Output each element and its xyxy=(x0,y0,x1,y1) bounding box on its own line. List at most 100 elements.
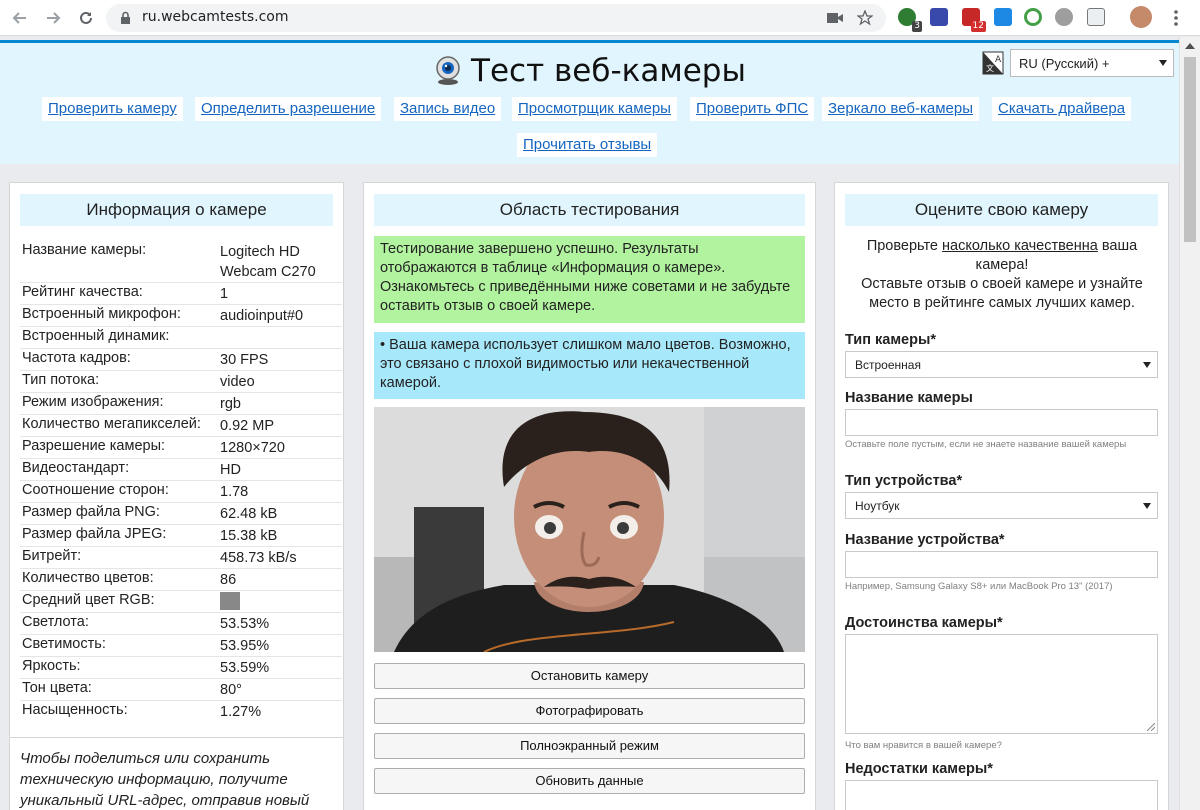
device-name-input[interactable] xyxy=(845,551,1158,578)
info-value: 62.48 kB xyxy=(220,506,278,522)
info-label: Название камеры: xyxy=(22,242,147,258)
refresh-data-button[interactable]: Обновить данные xyxy=(374,768,805,794)
pros-textarea[interactable] xyxy=(845,634,1158,734)
camera-type-value: Встроенная xyxy=(855,358,921,372)
device-name-label: Название устройства* xyxy=(845,532,1005,548)
4d-extension-icon[interactable] xyxy=(930,8,948,26)
tip-message: • Ваша камера использует слишком мало цв… xyxy=(374,332,805,399)
page-title-text: Тест веб-камеры xyxy=(471,53,746,89)
stop-camera-button[interactable]: Остановить камеру xyxy=(374,663,805,689)
svg-text:文: 文 xyxy=(986,63,994,73)
camera-info-title: Информация о камере xyxy=(20,194,333,226)
shield-extension-icon[interactable]: 3 xyxy=(898,8,922,32)
camera-name-label: Название камеры xyxy=(845,390,973,406)
info-value: 458.73 kB/s xyxy=(220,550,297,566)
extension-badge: 3 xyxy=(912,21,922,32)
info-label: Видеостандарт: xyxy=(22,460,130,476)
avatar[interactable] xyxy=(1130,6,1152,28)
language-select-value: RU (Русский) + xyxy=(1019,56,1110,71)
info-value: 1.27% xyxy=(220,704,262,720)
back-icon[interactable] xyxy=(8,6,32,30)
device-type-select[interactable]: Ноутбук xyxy=(845,492,1158,519)
nav-check-fps[interactable]: Проверить ФПС xyxy=(690,97,815,121)
info-label: Встроенный динамик: xyxy=(22,328,170,344)
nav-resolution[interactable]: Определить разрешение xyxy=(195,97,382,121)
nav-camera-viewer[interactable]: Просмотрщик камеры xyxy=(512,97,677,121)
info-value: 53.95% xyxy=(220,638,270,654)
pros-label: Достоинства камеры* xyxy=(845,615,1003,631)
camera-type-select[interactable]: Встроенная xyxy=(845,351,1158,378)
translate-extension-icon[interactable] xyxy=(994,8,1012,26)
camera-info-card: Информация о камере Название камеры: Log… xyxy=(9,182,344,767)
extension-badge: 12 xyxy=(970,21,986,32)
info-label: Битрейт: xyxy=(22,548,82,564)
rate-camera-card: Оцените свою камеру Проверьте насколько … xyxy=(834,182,1169,810)
circle-extension-icon[interactable] xyxy=(1055,8,1073,26)
rate-intro-text: Проверьте xyxy=(866,238,943,254)
pros-hint: Что вам нравится в вашей камере? xyxy=(845,740,1002,751)
browser-toolbar: ru.webcamtests.com 3 12 xyxy=(0,0,1200,36)
divider xyxy=(20,436,342,437)
info-value: 30 FPS xyxy=(220,352,269,368)
share-note-card: Чтобы поделиться или сохранить техническ… xyxy=(9,737,344,810)
url-text: ru.webcamtests.com xyxy=(142,9,289,25)
fullscreen-button[interactable]: Полноэкранный режим xyxy=(374,733,805,759)
info-value: audioinput#0 xyxy=(220,308,304,324)
info-value: video xyxy=(220,374,255,390)
camera-icon[interactable] xyxy=(826,9,844,27)
divider xyxy=(20,590,342,591)
resize-grip-icon[interactable] xyxy=(1147,723,1155,731)
divider xyxy=(20,678,342,679)
camera-name-input[interactable] xyxy=(845,409,1158,436)
divider xyxy=(20,304,342,305)
lock-icon xyxy=(120,11,131,30)
reload-icon[interactable] xyxy=(74,6,98,30)
scrollbar-thumb[interactable] xyxy=(1184,57,1196,242)
divider xyxy=(20,326,342,327)
nav-record-video[interactable]: Запись видео xyxy=(394,97,502,121)
divider xyxy=(20,612,342,613)
share-note-text: Чтобы поделиться или сохранить техническ… xyxy=(20,750,310,809)
address-bar[interactable]: ru.webcamtests.com xyxy=(106,4,886,32)
divider xyxy=(20,634,342,635)
info-label: Средний цвет RGB: xyxy=(22,592,155,608)
svg-text:A: A xyxy=(995,55,1002,65)
divider xyxy=(20,370,342,371)
language-select[interactable]: RU (Русский) + xyxy=(1010,49,1174,77)
scrollbar[interactable] xyxy=(1179,37,1200,810)
info-value: 1.78 xyxy=(220,484,249,500)
take-photo-button[interactable]: Фотографировать xyxy=(374,698,805,724)
gmail-extension-icon[interactable]: 12 xyxy=(962,8,986,32)
divider xyxy=(20,480,342,481)
divider xyxy=(20,348,342,349)
quality-link[interactable]: насколько качественна xyxy=(942,238,1098,254)
info-label: Тон цвета: xyxy=(22,680,92,696)
testing-area-card: Область тестирования Тестирование заверш… xyxy=(363,182,816,810)
nav-reviews[interactable]: Прочитать отзывы xyxy=(517,133,658,157)
chevron-down-icon xyxy=(1143,362,1151,368)
scroll-up-icon[interactable] xyxy=(1185,43,1195,49)
info-label: Количество цветов: xyxy=(22,570,154,586)
info-value: 1 xyxy=(220,286,229,302)
camera-name-hint: Оставьте поле пустым, если не знаете наз… xyxy=(845,439,1127,450)
info-value: Logitech HD Webcam C270 xyxy=(220,244,316,280)
nav-drivers[interactable]: Скачать драйвера xyxy=(992,97,1132,121)
menu-icon[interactable] xyxy=(1164,6,1188,30)
forward-icon[interactable] xyxy=(41,6,65,30)
info-label: Насыщенность: xyxy=(22,702,128,718)
camera-type-label: Тип камеры* xyxy=(845,332,937,348)
nav-check-camera[interactable]: Проверить камеру xyxy=(42,97,183,121)
info-label: Частота кадров: xyxy=(22,350,131,366)
divider xyxy=(20,656,342,657)
chevron-down-icon xyxy=(1143,503,1151,509)
webcam-icon xyxy=(433,55,463,85)
nav-mirror[interactable]: Зеркало веб-камеры xyxy=(822,97,979,121)
star-icon[interactable] xyxy=(856,9,874,27)
info-label: Светимость: xyxy=(22,636,106,652)
info-value: HD xyxy=(220,462,241,478)
translate-page-icon[interactable] xyxy=(1087,8,1105,26)
cons-label: Недостатки камеры* xyxy=(845,761,993,777)
info-value: 15.38 kB xyxy=(220,528,278,544)
ring-extension-icon[interactable] xyxy=(1024,8,1042,26)
cons-textarea[interactable] xyxy=(845,780,1158,810)
